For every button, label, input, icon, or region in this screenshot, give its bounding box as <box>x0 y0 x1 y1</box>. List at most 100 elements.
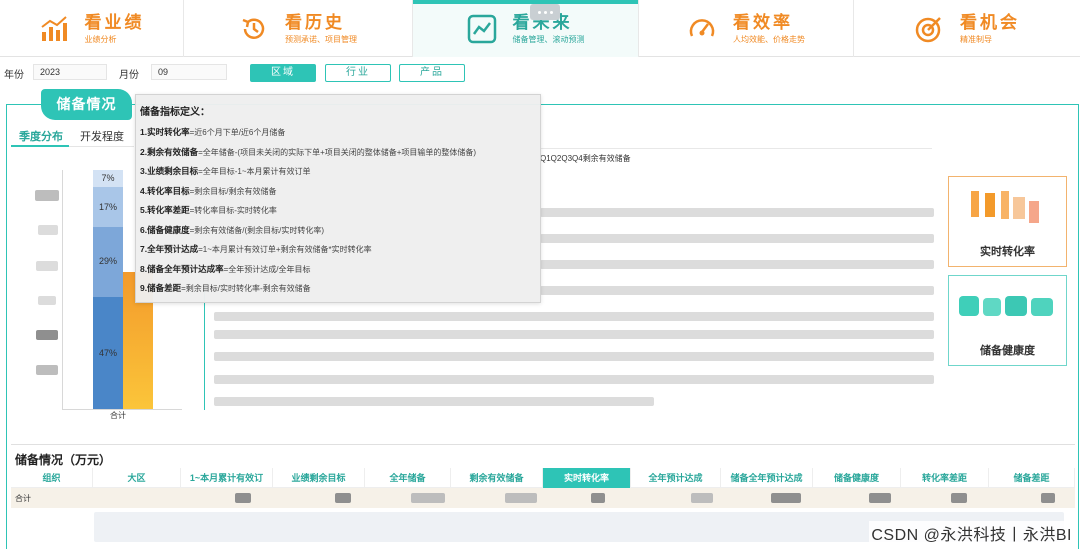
tooltip-term: 9.储备差距 <box>140 283 182 293</box>
column-header[interactable]: 业绩剩余目标 <box>273 468 365 488</box>
column-header[interactable]: 1~本月累计有效订 <box>181 468 273 488</box>
table-title: 储备情况（万元） <box>15 453 112 467</box>
bar-segment[interactable]: 29% <box>93 227 123 297</box>
tooltip-item: 3.业绩剩余目标=全年目标-1~本月累计有效订单 <box>140 162 536 182</box>
bar-segment[interactable]: 17% <box>93 186 123 228</box>
column-header[interactable]: 储备全年预计达成 <box>721 468 813 488</box>
nav-tab-subtitle: 人均效能、价格走势 <box>733 34 805 44</box>
year-select[interactable]: 2023 <box>33 64 107 80</box>
nav-tab-performance[interactable]: 看业绩 业绩分析 <box>0 0 184 57</box>
tooltip-term: 7.全年预计达成 <box>140 244 199 254</box>
region-button[interactable]: 区域 <box>250 64 316 82</box>
table-header: 组织 大区 1~本月累计有效订 业绩剩余目标 全年储备 剩余有效储备 实时转化率 全年预计达成… <box>11 468 1075 488</box>
blurred-cell <box>691 493 713 503</box>
nav-tab-subtitle: 储备管理、滚动预测 <box>512 34 585 44</box>
kpi-card-conversion[interactable]: 实时转化率 <box>948 176 1067 267</box>
nav-tab-title: 看业绩 <box>84 12 145 32</box>
tooltip-definition: =转化率目标-实时转化率 <box>189 206 277 215</box>
tooltip-definition: =近6个月下单/近6个月储备 <box>189 128 286 137</box>
tooltip-list: 1.实时转化率=近6个月下单/近6个月储备 2.剩余有效储备=全年储备-(项目未关… <box>140 123 536 299</box>
blurred-cell <box>951 493 967 503</box>
tooltip-item: 9.储备差距=剩余目标/实时转化率-剩余有效储备 <box>140 279 536 299</box>
column-header[interactable]: 组织 <box>11 468 93 488</box>
blurred-cell <box>335 493 351 503</box>
blurred-label <box>35 190 59 201</box>
blurred-bar <box>540 286 934 295</box>
bar-chart-icon <box>40 15 67 41</box>
trend-icon <box>467 14 496 43</box>
product-button[interactable]: 产品 <box>399 64 465 82</box>
filter-bar: 年份 2023 月份 09 区域 行业 产品 <box>0 61 1080 83</box>
tooltip-term: 3.业绩剩余目标 <box>140 166 199 176</box>
tooltip-item: 5.转化率差距=转化率目标-实时转化率 <box>140 201 536 221</box>
blurred-cell <box>771 493 801 503</box>
chart-gridline <box>540 148 932 149</box>
bar-segment[interactable]: 7% <box>93 170 123 187</box>
tooltip-definition: =1~本月累计有效订单+剩余有效储备*实时转化率 <box>198 245 372 254</box>
blurred-bar <box>214 330 934 339</box>
blurred-cell <box>591 493 605 503</box>
tooltip-title: 储备指标定义： <box>140 107 210 118</box>
blurred-bar <box>214 375 934 384</box>
drag-handle-icon[interactable] <box>530 4 560 20</box>
tooltip-term: 1.实时转化率 <box>140 127 190 137</box>
blurred-bar <box>540 234 934 243</box>
blurred-label <box>36 365 58 375</box>
blurred-label <box>38 225 58 235</box>
blurred-value <box>959 294 1057 318</box>
tab-development-degree[interactable]: 开发程度 <box>80 128 124 144</box>
column-header[interactable]: 转化率差距 <box>901 468 989 488</box>
tooltip-definition: =全年预计达成/全年目标 <box>223 264 311 274</box>
nav-tab-title: 看历史 <box>285 12 345 32</box>
blurred-value <box>971 187 1043 227</box>
tooltip-item: 4.转化率目标=剩余目标/剩余有效储备 <box>140 182 536 202</box>
column-header[interactable]: 实时转化率 <box>543 468 631 488</box>
target-icon <box>915 16 941 42</box>
dashboard-page: 看业绩 业绩分析 看历史 预测承诺、项目管理 看未来 储备管理、滚动预测 看效率… <box>0 0 1080 549</box>
metric-definition-tooltip: 储备指标定义： 1.实时转化率=近6个月下单/近6个月储备 2.剩余有效储备 =全年… <box>135 94 541 303</box>
column-header[interactable]: 储备健康度 <box>813 468 901 488</box>
category-label: 合计 <box>110 411 126 420</box>
total-label: 合计 <box>15 494 31 503</box>
tooltip-item: 6.储备健康度=剩余有效储备/(剩余目标/实时转化率) <box>140 221 536 241</box>
nav-tab-efficiency[interactable]: 看效率 人均效能、价格走势 <box>639 0 854 57</box>
column-header[interactable]: 储备差距 <box>989 468 1075 488</box>
tooltip-item: 8.储备全年预计达成率=全年预计达成/全年目标 <box>140 260 536 280</box>
nav-tab-subtitle: 精准制导 <box>960 34 992 44</box>
blurred-cell <box>411 493 445 503</box>
kpi-card-health[interactable]: 储备健康度 <box>948 275 1067 366</box>
nav-tab-title: 看机会 <box>960 12 1020 32</box>
column-header[interactable]: 全年储备 <box>365 468 451 488</box>
tooltip-item: 1.实时转化率=近6个月下单/近6个月储备 <box>140 123 536 143</box>
nav-tab-future[interactable]: 看未来 储备管理、滚动预测 <box>413 0 639 57</box>
year-label: 年份 <box>4 70 24 81</box>
chart-legend-text: Q1Q2Q3Q4剩余有效储备 <box>540 154 631 163</box>
tooltip-term: 4.转化率目标 <box>140 185 190 196</box>
industry-button[interactable]: 行业 <box>325 64 391 82</box>
column-header[interactable]: 大区 <box>93 468 181 488</box>
column-header[interactable]: 全年预计达成 <box>631 468 721 488</box>
table-row-total[interactable]: 合计 <box>11 488 1075 508</box>
active-tab-underline <box>11 145 69 147</box>
watermark: CSDN @永洪科技丨永洪BI <box>869 521 1074 545</box>
bar-segment[interactable]: 47% <box>93 296 123 409</box>
blurred-bar <box>214 352 934 361</box>
tooltip-term: 2.剩余有效储备 <box>140 146 199 157</box>
tab-quarter-distribution[interactable]: 季度分布 <box>19 128 63 144</box>
nav-tab-title: 看效率 <box>733 12 793 32</box>
nav-tab-opportunity[interactable]: 看机会 精准制导 <box>854 0 1080 57</box>
blurred-label <box>36 330 58 340</box>
gauge-icon <box>689 18 715 37</box>
blurred-bar <box>214 397 654 406</box>
tooltip-term: 6.储备健康度 <box>140 224 190 235</box>
month-select[interactable]: 09 <box>151 64 227 80</box>
blurred-bar <box>214 312 934 321</box>
blurred-cell <box>1041 493 1055 503</box>
nav-tab-subtitle: 预测承诺、项目管理 <box>285 34 357 44</box>
blurred-cell <box>505 493 537 503</box>
tab-divider <box>69 146 134 147</box>
column-header[interactable]: 剩余有效储备 <box>451 468 543 488</box>
tooltip-definition: =剩余有效储备/(剩余目标/实时转化率) <box>189 225 325 235</box>
nav-tab-history[interactable]: 看历史 预测承诺、项目管理 <box>184 0 413 57</box>
tooltip-item: 7.全年预计达成=1~本月累计有效订单+剩余有效储备*实时转化率 <box>140 240 536 260</box>
